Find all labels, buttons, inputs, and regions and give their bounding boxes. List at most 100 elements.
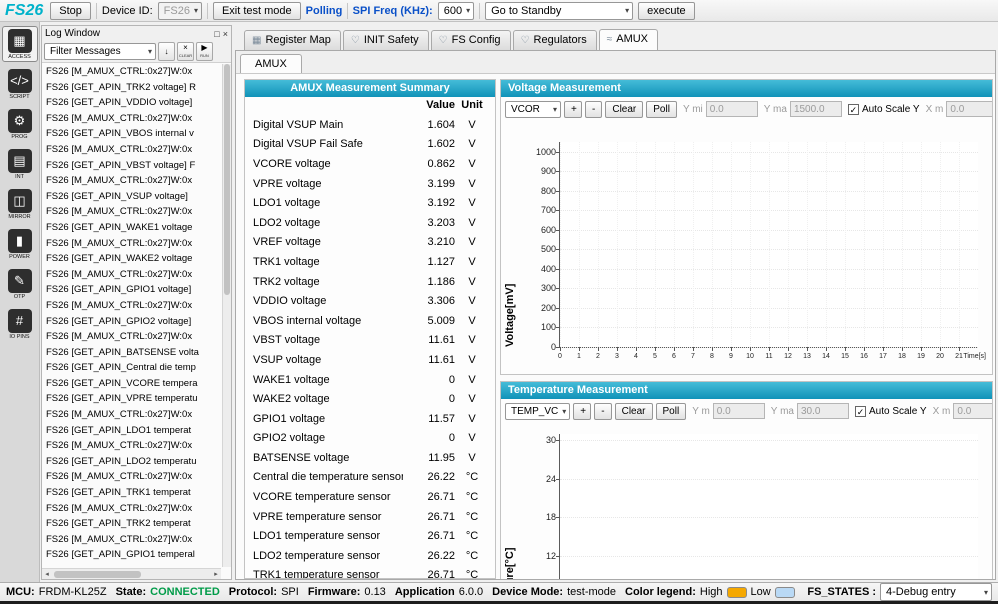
table-row[interactable]: GPIO1 voltage 11.57 V — [245, 409, 495, 429]
close-icon[interactable]: × — [223, 29, 228, 39]
temperature-clear-button[interactable]: Clear — [614, 402, 653, 420]
table-row[interactable]: TRK1 voltage 1.127 V — [245, 252, 495, 272]
log-entry[interactable]: FS26 [M_AMUX_CTRL:0x27]W:0x — [46, 267, 221, 283]
temperature-ymin-input[interactable] — [712, 403, 765, 419]
table-row[interactable]: TRK1 temperature sensor 26.71 °C — [245, 566, 495, 578]
table-row[interactable]: LDO2 temperature sensor 26.22 °C — [245, 546, 495, 566]
filter-messages-select[interactable]: Filter Messages ▾ — [44, 43, 156, 60]
table-row[interactable]: Central die temperature sensor 26.22 °C — [245, 468, 495, 488]
log-entry[interactable]: FS26 [M_AMUX_CTRL:0x27]W:0x — [46, 298, 221, 314]
voltage-add-button[interactable]: + — [564, 100, 582, 118]
voltage-xmin-input[interactable] — [946, 101, 992, 117]
log-entry[interactable]: FS26 [M_AMUX_CTRL:0x27]W:0x — [46, 204, 221, 220]
table-row[interactable]: LDO2 voltage 3.203 V — [245, 213, 495, 233]
clear-log-button[interactable]: × CLEAR — [177, 42, 194, 61]
log-entry[interactable]: FS26 [GET_APIN_GPIO1 voltage] — [46, 282, 221, 298]
sidebar-item-access[interactable]: ▦ ACCESS — [1, 26, 38, 62]
log-entry[interactable]: FS26 [GET_APIN_WAKE2 voltage — [46, 251, 221, 267]
table-row[interactable]: VCORE voltage 0.862 V — [245, 154, 495, 174]
sidebar-item-prog[interactable]: ⚙ PROG — [2, 106, 38, 142]
device-id-select[interactable]: FS26 ▾ — [157, 1, 202, 20]
temperature-add-button[interactable]: + — [573, 402, 592, 420]
log-entry[interactable]: FS26 [M_AMUX_CTRL:0x27]W:0x — [46, 438, 221, 454]
voltage-ymax-input[interactable] — [789, 101, 842, 117]
log-entry[interactable]: FS26 [GET_APIN_VBST voltage] F — [46, 158, 221, 174]
log-entry[interactable]: FS26 [GET_APIN_TRK2 temperat — [46, 516, 221, 532]
log-entry[interactable]: FS26 [M_AMUX_CTRL:0x27]W:0x — [46, 142, 221, 158]
table-row[interactable]: VREF voltage 3.210 V — [245, 233, 495, 253]
log-entry[interactable]: FS26 [M_AMUX_CTRL:0x27]W:0x — [46, 407, 221, 423]
log-entry[interactable]: FS26 [M_AMUX_CTRL:0x27]W:0x — [46, 236, 221, 252]
log-entry[interactable]: FS26 [M_AMUX_CTRL:0x27]W:0x — [46, 501, 221, 517]
sidebar-item-mirror[interactable]: ◫ MIRROR — [2, 186, 38, 222]
log-entry[interactable]: FS26 [GET_APIN_VSUP voltage] — [46, 189, 221, 205]
sidebar-item-otp[interactable]: ✎ OTP — [2, 266, 38, 302]
detach-icon[interactable]: □ — [214, 29, 219, 39]
checkbox-checked-icon[interactable]: ✓ — [854, 405, 866, 417]
table-row[interactable]: VPRE voltage 3.199 V — [245, 174, 495, 194]
log-entry[interactable]: FS26 [GET_APIN_TRK1 temperat — [46, 485, 221, 501]
table-row[interactable]: BATSENSE voltage 11.95 V — [245, 448, 495, 468]
table-row[interactable]: VPRE temperature sensor 26.71 °C — [245, 507, 495, 527]
scroll-left-icon[interactable]: ◂ — [42, 570, 52, 578]
log-entry[interactable]: FS26 [GET_APIN_LDO2 temperatu — [46, 454, 221, 470]
log-entry[interactable]: FS26 [GET_APIN_VPRE temperatu — [46, 391, 221, 407]
table-row[interactable]: LDO1 voltage 3.192 V — [245, 193, 495, 213]
scrollbar-thumb[interactable] — [224, 64, 230, 296]
voltage-remove-button[interactable]: - — [585, 100, 603, 118]
execute-button[interactable]: execute — [638, 1, 695, 20]
log-entry[interactable]: FS26 [M_AMUX_CTRL:0x27]W:0x — [46, 64, 221, 80]
table-row[interactable]: VSUP voltage 11.61 V — [245, 350, 495, 370]
log-entry[interactable]: FS26 [GET_APIN_VCORE tempera — [46, 376, 221, 392]
log-entry[interactable]: FS26 [M_AMUX_CTRL:0x27]W:0x — [46, 532, 221, 548]
temperature-remove-button[interactable]: - — [594, 402, 612, 420]
log-entry[interactable]: FS26 [GET_APIN_LDO1 temperat — [46, 423, 221, 439]
spi-freq-select[interactable]: 600 ▾ — [437, 1, 475, 20]
table-row[interactable]: LDO1 temperature sensor 26.71 °C — [245, 526, 495, 546]
table-row[interactable]: TRK2 voltage 1.186 V — [245, 272, 495, 292]
voltage-autoscale[interactable]: ✓ Auto Scale Y — [847, 103, 920, 115]
tab-init-safety[interactable]: ♡ INIT Safety — [342, 30, 429, 50]
exit-test-mode-button[interactable]: Exit test mode — [212, 1, 301, 20]
log-entry[interactable]: FS26 [GET_APIN_BATSENSE volta — [46, 345, 221, 361]
table-row[interactable]: WAKE1 voltage 0 V — [245, 370, 495, 390]
log-entry[interactable]: FS26 [GET_APIN_Central die temp — [46, 360, 221, 376]
tab-regulators[interactable]: ♡ Regulators — [512, 30, 597, 50]
sidebar-item-int[interactable]: ▤ INT — [2, 146, 38, 182]
scroll-right-icon[interactable]: ▸ — [211, 570, 221, 578]
subtab-amux[interactable]: AMUX — [240, 54, 302, 73]
table-row[interactable]: Digital VSUP Fail Safe 1.602 V — [245, 135, 495, 155]
sidebar-item-power[interactable]: ▮ POWER — [2, 226, 38, 262]
voltage-poll-button[interactable]: Poll — [646, 100, 677, 118]
table-row[interactable]: VBOS internal voltage 5.009 V — [245, 311, 495, 331]
tab-register-map[interactable]: ▦ Register Map — [244, 30, 341, 50]
temperature-autoscale[interactable]: ✓ Auto Scale Y — [854, 405, 927, 417]
table-row[interactable]: WAKE2 voltage 0 V — [245, 389, 495, 409]
log-vertical-scrollbar[interactable] — [222, 64, 231, 567]
log-entry[interactable]: FS26 [GET_APIN_VBOS internal v — [46, 126, 221, 142]
tab-amux[interactable]: ≈ AMUX — [598, 29, 659, 50]
log-entry[interactable]: FS26 [GET_APIN_GPIO2 voltage] — [46, 314, 221, 330]
table-row[interactable]: GPIO2 voltage 0 V — [245, 429, 495, 449]
log-entry[interactable]: FS26 [GET_APIN_WAKE1 voltage — [46, 220, 221, 236]
log-entry[interactable]: FS26 [M_AMUX_CTRL:0x27]W:0x — [46, 469, 221, 485]
save-log-button[interactable]: ↓ — [158, 42, 175, 61]
scrollbar-thumb[interactable] — [54, 570, 142, 578]
voltage-channel-select[interactable]: VCOR ▾ — [505, 100, 561, 118]
go-to-standby-select[interactable]: Go to Standby ▾ — [485, 1, 634, 20]
log-entry[interactable]: FS26 [GET_APIN_TRK2 voltage] R — [46, 80, 221, 96]
voltage-clear-button[interactable]: Clear — [605, 100, 644, 118]
stop-button[interactable]: Stop — [50, 1, 91, 20]
log-entry[interactable]: FS26 [M_AMUX_CTRL:0x27]W:0x — [46, 329, 221, 345]
temperature-ymax-input[interactable] — [796, 403, 849, 419]
temperature-poll-button[interactable]: Poll — [655, 402, 687, 420]
tab-fs-config[interactable]: ♡ FS Config — [430, 30, 511, 50]
run-log-button[interactable]: ▶ RUN — [196, 42, 213, 61]
log-entry[interactable]: FS26 [GET_APIN_VDDIO voltage] — [46, 95, 221, 111]
table-row[interactable]: Digital VSUP Main 1.604 V — [245, 115, 495, 135]
voltage-ymin-input[interactable] — [705, 101, 758, 117]
table-row[interactable]: VDDIO voltage 3.306 V — [245, 291, 495, 311]
checkbox-checked-icon[interactable]: ✓ — [847, 103, 859, 115]
table-row[interactable]: VCORE temperature sensor 26.71 °C — [245, 487, 495, 507]
fs-state-select[interactable]: 4-Debug entry ▾ — [880, 583, 992, 601]
